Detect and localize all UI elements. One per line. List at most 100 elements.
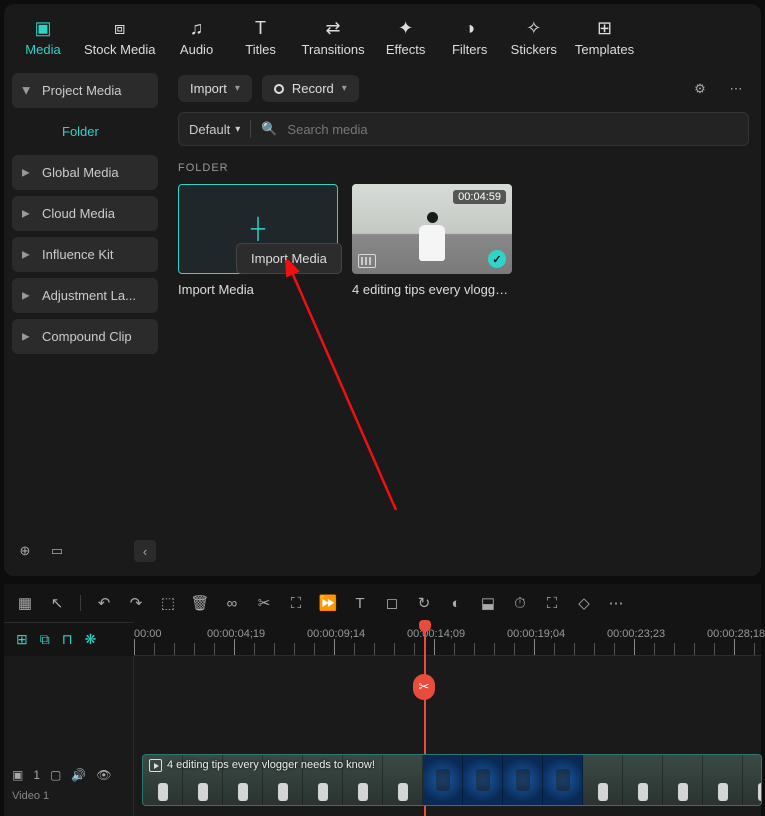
tab-stickers[interactable]: ✧ Stickers bbox=[503, 14, 565, 61]
sidebar-label: Cloud Media bbox=[42, 206, 115, 221]
chevron-left-icon: ‹ bbox=[143, 544, 147, 559]
expand-icon[interactable]: ⛶ bbox=[543, 595, 561, 612]
timeline-ruler[interactable]: 00:00 00:00:04;19 00:00:09;14 00:00:14;0… bbox=[134, 622, 761, 656]
color-icon[interactable]: ◐ bbox=[447, 595, 465, 612]
sidebar-label: Project Media bbox=[42, 83, 121, 98]
sidebar-label: Adjustment La... bbox=[42, 288, 136, 303]
timeline-clip[interactable]: 4 editing tips every vlogger needs to kn… bbox=[142, 754, 762, 806]
tab-effects[interactable]: ✦ Effects bbox=[375, 14, 437, 61]
search-input[interactable] bbox=[287, 122, 738, 137]
chevron-down-icon: ▾ bbox=[342, 83, 347, 94]
tab-label: Stock Media bbox=[84, 42, 156, 57]
magnet-icon[interactable]: ⊓ bbox=[62, 631, 73, 648]
sidebar-item-project-media[interactable]: ▶ Project Media bbox=[12, 73, 158, 108]
link-track-icon[interactable]: ⧉ bbox=[40, 631, 50, 648]
link-icon[interactable]: ∞ bbox=[223, 595, 241, 612]
rotate-icon[interactable]: ↻ bbox=[415, 594, 433, 612]
tab-label: Titles bbox=[245, 42, 276, 57]
frame-icon[interactable]: ◻ bbox=[383, 594, 401, 612]
chevron-right-icon: ▶ bbox=[22, 331, 30, 342]
video-track-icon[interactable]: ▣ bbox=[12, 768, 23, 782]
audio-icon: ♫ bbox=[190, 18, 204, 38]
tab-label: Stickers bbox=[511, 42, 557, 57]
timeline-toolbar: ▦ ↖ ↶ ↷ ⬚ 🗑 ∞ ✂ ⛶ ⏩ T ◻ ↻ ◐ ⬓ ⏱ ⛶ ◇ ⋯ bbox=[4, 584, 761, 622]
marker-icon[interactable]: ⬚ bbox=[159, 594, 177, 612]
sort-dropdown[interactable]: Default ▾ bbox=[189, 122, 240, 137]
grid-icon[interactable]: ▦ bbox=[16, 594, 34, 612]
sidebar-item-compound-clip[interactable]: ▶ Compound Clip bbox=[12, 319, 158, 354]
chevron-down-icon: ▾ bbox=[235, 83, 240, 94]
timeline-track-tools: ⊞ ⧉ ⊓ ❋ bbox=[4, 622, 134, 652]
chevron-down-icon: ▶ bbox=[20, 87, 31, 95]
more-tools-icon[interactable]: ⋯ bbox=[607, 594, 625, 612]
crop-icon[interactable]: ⛶ bbox=[287, 595, 305, 612]
sort-label: Default bbox=[189, 122, 230, 137]
media-clip-tile[interactable]: 00:04:59 ✓ 4 editing tips every vlogger … bbox=[352, 184, 512, 297]
import-dropdown[interactable]: Import ▾ bbox=[178, 75, 252, 102]
filters-icon: ◑ bbox=[464, 18, 475, 38]
add-track-icon[interactable]: ⊞ bbox=[16, 631, 28, 648]
filter-icon: ⚙ bbox=[694, 81, 706, 97]
sidebar-item-cloud-media[interactable]: ▶ Cloud Media bbox=[12, 196, 158, 231]
more-button[interactable]: ⋯ bbox=[723, 76, 749, 102]
tab-audio[interactable]: ♫ Audio bbox=[166, 14, 228, 61]
sidebar-item-influence-kit[interactable]: ▶ Influence Kit bbox=[12, 237, 158, 272]
tab-label: Media bbox=[25, 42, 60, 57]
titles-icon: T bbox=[255, 18, 266, 38]
track-name: Video 1 bbox=[12, 790, 49, 802]
media-icon: ▣ bbox=[34, 18, 51, 38]
chevron-right-icon: ▶ bbox=[22, 249, 30, 260]
record-icon bbox=[274, 84, 284, 94]
tab-label: Filters bbox=[452, 42, 487, 57]
collapse-sidebar-button[interactable]: ‹ bbox=[134, 540, 156, 562]
effects-icon: ✦ bbox=[398, 18, 413, 38]
cut-icon[interactable]: ✂ bbox=[255, 594, 273, 612]
folder-plus-icon: ⊕ bbox=[20, 543, 31, 559]
playhead-knob[interactable] bbox=[419, 620, 431, 632]
folder-icon[interactable]: ▢ bbox=[50, 768, 61, 782]
record-dropdown[interactable]: Record ▾ bbox=[262, 75, 359, 102]
tab-stock-media[interactable]: ⧈ Stock Media bbox=[76, 14, 164, 61]
play-icon bbox=[149, 759, 162, 772]
tab-titles[interactable]: T Titles bbox=[230, 14, 292, 61]
tab-label: Audio bbox=[180, 42, 213, 57]
sidebar-item-global-media[interactable]: ▶ Global Media bbox=[12, 155, 158, 190]
visibility-icon[interactable]: 👁 bbox=[96, 768, 111, 782]
filter-button[interactable]: ⚙ bbox=[687, 76, 713, 102]
used-check-icon: ✓ bbox=[488, 250, 506, 268]
keyframe-icon[interactable]: ◇ bbox=[575, 594, 593, 612]
cursor-icon[interactable]: ↖ bbox=[48, 594, 66, 612]
undo-icon[interactable]: ↶ bbox=[95, 594, 113, 612]
import-media-tile[interactable]: ┼ Import Media bbox=[178, 184, 338, 297]
stickers-icon: ✧ bbox=[526, 18, 541, 38]
section-header: FOLDER bbox=[178, 162, 749, 174]
redo-icon[interactable]: ↷ bbox=[127, 594, 145, 612]
clip-duration: 00:04:59 bbox=[453, 190, 506, 204]
folder-button[interactable]: ▭ bbox=[46, 540, 68, 562]
sidebar-item-folder[interactable]: Folder bbox=[12, 114, 158, 149]
chevron-down-icon: ▾ bbox=[235, 124, 240, 135]
tab-label: Templates bbox=[575, 42, 634, 57]
templates-icon: ⊞ bbox=[597, 18, 612, 38]
tab-templates[interactable]: ⊞ Templates bbox=[567, 14, 642, 61]
search-icon: 🔍 bbox=[261, 121, 277, 137]
clip-title: 4 editing tips every vlogger needs to kn… bbox=[167, 759, 375, 771]
delete-icon[interactable]: 🗑 bbox=[191, 594, 209, 612]
auto-ripple-icon[interactable]: ❋ bbox=[85, 631, 97, 648]
tab-transitions[interactable]: ⇄ Transitions bbox=[294, 14, 373, 61]
import-label: Import bbox=[190, 81, 227, 96]
sidebar-label: Influence Kit bbox=[42, 247, 114, 262]
new-folder-button[interactable]: ⊕ bbox=[14, 540, 36, 562]
sidebar-item-adjustment-layer[interactable]: ▶ Adjustment La... bbox=[12, 278, 158, 313]
record-label: Record bbox=[292, 81, 334, 96]
mute-icon[interactable]: 🔊 bbox=[71, 768, 86, 782]
timer-icon[interactable]: ⏱ bbox=[511, 595, 529, 612]
cut-marker[interactable]: ✂ bbox=[413, 674, 435, 700]
export-frame-icon[interactable]: ⬓ bbox=[479, 594, 497, 612]
text-icon[interactable]: T bbox=[351, 595, 369, 612]
tile-label: 4 editing tips every vlogger ... bbox=[352, 282, 512, 297]
tab-label: Effects bbox=[386, 42, 426, 57]
tab-filters[interactable]: ◑ Filters bbox=[439, 14, 501, 61]
speed-icon[interactable]: ⏩ bbox=[319, 594, 337, 612]
tab-media[interactable]: ▣ Media bbox=[12, 14, 74, 61]
